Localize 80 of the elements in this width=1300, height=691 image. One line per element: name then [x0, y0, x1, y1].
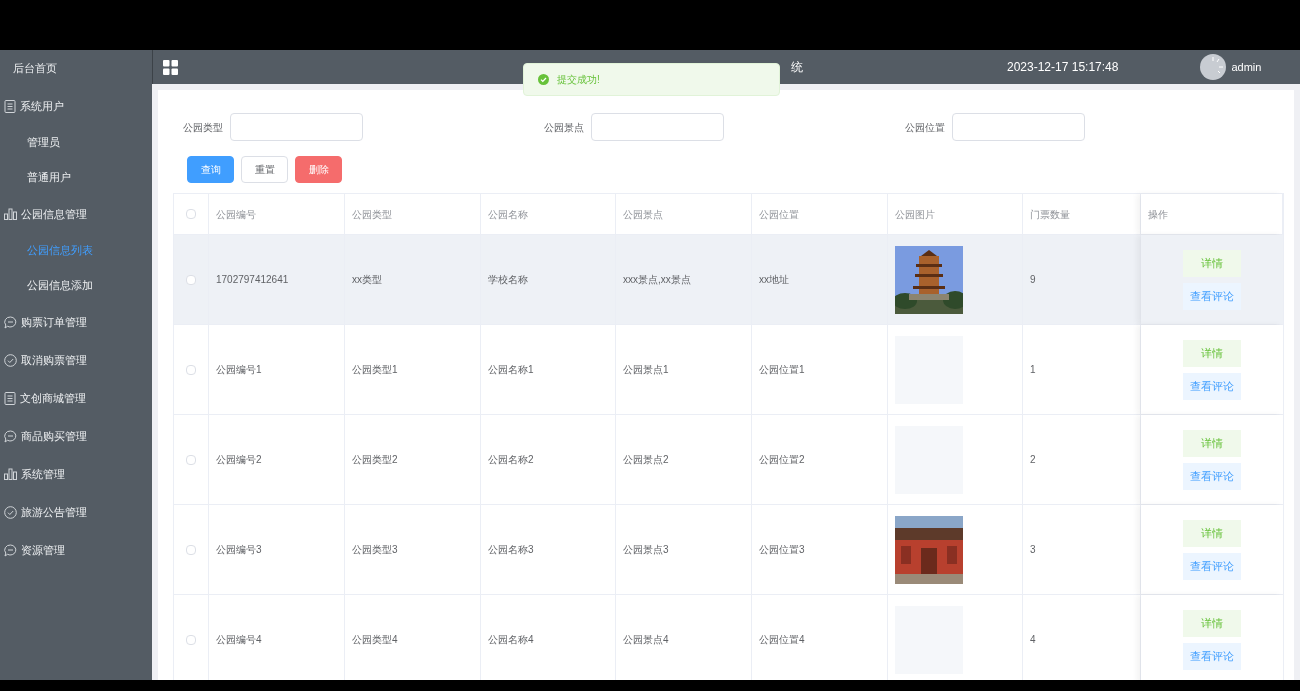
table-cell-text: 公园景点4 [623, 633, 669, 647]
table-cell-text: 2 [1030, 453, 1036, 467]
checkbox[interactable] [186, 364, 196, 375]
table-cell-text: 公园位置3 [759, 543, 805, 557]
table-cell-text: 公园编号3 [216, 543, 262, 557]
grid-icon[interactable] [163, 59, 178, 75]
table-cell-text: 公园类型4 [352, 633, 398, 647]
check-circle-icon [4, 353, 17, 367]
table-cell-text: 公园编号1 [216, 363, 262, 377]
table-cell-text: 公园景点2 [623, 453, 669, 467]
bar-chart-icon [4, 208, 17, 220]
table-cell-text: 公园景点1 [623, 363, 669, 377]
table-cell-text: 公园位置2 [759, 453, 805, 467]
sidebar-item[interactable]: 文创商城管理 [0, 379, 152, 417]
sidebar-item[interactable]: 商品购买管理 [0, 417, 152, 455]
avatar-icon[interactable] [1200, 54, 1227, 80]
sidebar-item[interactable]: 后台首页 [0, 50, 152, 87]
table-cell-text: 3 [1030, 543, 1036, 557]
bar-chart-icon [4, 468, 17, 480]
filter-label: 公园位置 [905, 120, 945, 135]
sidebar-item[interactable]: 购票订单管理 [0, 303, 152, 341]
filter-input[interactable] [952, 113, 1085, 141]
checkbox[interactable] [186, 209, 196, 219]
sidebar-subitem[interactable]: 公园信息添加 [0, 268, 152, 303]
checkbox[interactable] [186, 634, 196, 645]
success-icon [538, 74, 549, 85]
column-header: 公园类型 [352, 207, 392, 222]
action-button[interactable]: 重置 [241, 156, 288, 183]
filter-label: 公园类型 [183, 120, 223, 135]
check-circle-icon [4, 505, 17, 519]
table-cell-text: 公园景点3 [623, 543, 669, 557]
checkbox[interactable] [186, 544, 196, 555]
table-cell-text: 4 [1030, 633, 1036, 647]
filter-input[interactable] [591, 113, 724, 141]
checkbox[interactable] [186, 454, 196, 465]
column-header: 公园位置 [759, 207, 799, 222]
table-cell-text: 公园名称1 [488, 363, 534, 377]
sidebar-item[interactable]: 系统用户 [0, 87, 152, 125]
toast-message: 提交成功! [557, 73, 600, 87]
app-title: 统 [791, 59, 803, 76]
table-cell-text: 公园编号2 [216, 453, 262, 467]
sidebar-item[interactable]: 旅游公告管理 [0, 493, 152, 531]
sidebar-item[interactable]: 公园信息管理 [0, 195, 152, 233]
column-header: 公园编号 [216, 207, 256, 222]
filter-label: 公园景点 [544, 120, 584, 135]
datetime: 2023-12-17 15:17:48 [1007, 59, 1119, 76]
column-header: 公园景点 [623, 207, 663, 222]
column-header: 操作 [1148, 207, 1168, 222]
table-cell-text: 1702797412641 [216, 273, 289, 287]
chat-bubble-icon [4, 315, 17, 329]
table-cell-text: 9 [1030, 273, 1036, 287]
table-cell-text: 公园编号4 [216, 633, 262, 647]
table-cell-text: 公园位置1 [759, 363, 805, 377]
sidebar-subitem[interactable]: 普通用户 [0, 160, 152, 195]
chat-bubble-icon [4, 543, 17, 557]
username[interactable]: admin [1231, 58, 1262, 76]
filter-input[interactable] [230, 113, 363, 141]
table-cell-text: 公园名称3 [488, 543, 534, 557]
table-cell-text: 公园位置4 [759, 633, 805, 647]
column-header: 门票数量 [1030, 207, 1070, 222]
table-cell-text: 公园类型1 [352, 363, 398, 377]
sidebar-item[interactable]: 取消购票管理 [0, 341, 152, 379]
table-cell-text: 学校名称 [488, 273, 528, 287]
sidebar-subitem[interactable]: 管理员 [0, 125, 152, 160]
checkbox[interactable] [186, 274, 196, 285]
table-cell-text: 公园名称2 [488, 453, 534, 467]
table-cell-text: 公园类型2 [352, 453, 398, 467]
sidebar-item[interactable]: 系统管理 [0, 455, 152, 493]
chat-bubble-icon [4, 429, 17, 443]
table-cell-text: xxx景点,xx景点 [623, 273, 691, 287]
document-icon [4, 99, 16, 113]
table-cell-text: 公园名称4 [488, 633, 534, 647]
column-header: 公园名称 [488, 207, 528, 222]
column-header: 公园图片 [895, 207, 935, 222]
document-icon [4, 391, 16, 405]
table-cell-text: xx类型 [352, 273, 382, 287]
table-cell-text: 公园类型3 [352, 543, 398, 557]
sidebar-item[interactable]: 资源管理 [0, 531, 152, 569]
table-cell-text: 1 [1030, 363, 1036, 377]
table-cell-text: xx地址 [759, 273, 789, 287]
